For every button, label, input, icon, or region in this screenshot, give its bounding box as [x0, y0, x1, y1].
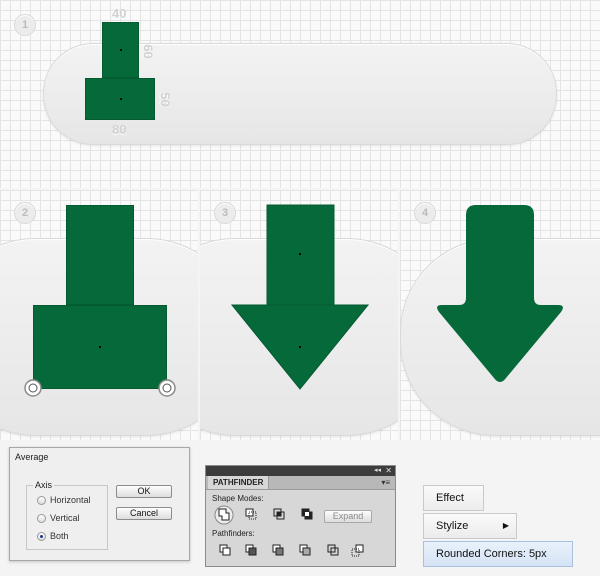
dimension-top-height: 60: [140, 44, 156, 59]
intersect-icon[interactable]: [273, 508, 285, 520]
arrow-shape-drawing: [230, 204, 370, 390]
radio-horizontal[interactable]: Horizontal: [37, 495, 91, 505]
center-point: [299, 346, 301, 348]
trim-icon[interactable]: [245, 544, 257, 556]
radio-button-icon[interactable]: [37, 495, 46, 505]
radio-vertical[interactable]: Vertical: [37, 513, 80, 523]
center-point: [120, 98, 122, 100]
radio-label: Vertical: [50, 513, 80, 523]
ok-button[interactable]: OK: [116, 485, 172, 498]
merge-icon[interactable]: [272, 544, 284, 556]
radio-label: Horizontal: [50, 495, 91, 505]
dimension-bottom-width: 80: [112, 122, 127, 137]
expand-button[interactable]: Expand: [324, 510, 372, 523]
minus-front-icon[interactable]: [245, 508, 257, 520]
menu-item-label: Stylize: [436, 520, 469, 532]
menu-item-stylize[interactable]: Stylize ▶: [423, 513, 517, 539]
dialog-title: Average: [15, 452, 49, 462]
step-1-panel: 1 40 60 50 80: [0, 0, 600, 188]
exclude-icon[interactable]: [301, 508, 313, 520]
corner-widgets: [24, 379, 176, 397]
axis-group: Axis Horizontal Vertical Both: [26, 480, 108, 550]
center-point: [299, 253, 301, 255]
cancel-button[interactable]: Cancel: [116, 507, 172, 520]
corner-radius-widget-icon[interactable]: [158, 379, 176, 397]
step-badge-1: 1: [14, 14, 36, 36]
step-4-panel: 4: [400, 190, 600, 440]
menu-item-rounded-corners[interactable]: Rounded Corners: 5px: [423, 541, 573, 567]
rounded-arrow-shape[interactable]: [437, 205, 563, 382]
pathfinders-label: Pathfinders:: [212, 529, 255, 538]
step-2-panel: 2: [0, 190, 198, 440]
dimension-top-width: 40: [112, 6, 127, 21]
step-3-panel: 3: [200, 190, 398, 440]
center-point: [120, 49, 122, 51]
radio-both[interactable]: Both: [37, 531, 69, 541]
final-arrow-drawing: [437, 205, 563, 382]
average-dialog: Average Axis Horizontal Vertical Both OK…: [9, 447, 190, 561]
minus-back-icon[interactable]: [351, 544, 364, 557]
radio-button-selected-icon[interactable]: [37, 531, 46, 541]
menu-item-effect[interactable]: Effect: [423, 485, 484, 511]
radio-button-icon[interactable]: [37, 513, 46, 523]
dimension-bottom-height: 50: [157, 92, 173, 107]
outline-icon[interactable]: [327, 544, 339, 556]
radio-label: Both: [50, 531, 69, 541]
submenu-arrow-icon: ▶: [502, 521, 509, 530]
crop-icon[interactable]: [299, 544, 311, 556]
divide-icon[interactable]: [219, 544, 231, 556]
corner-radius-widget-icon[interactable]: [24, 379, 42, 397]
axis-label: Axis: [33, 480, 55, 490]
pathfinder-panel: ◂◂ ✕ PATHFINDER ▾≡ Shape Modes: Expand P…: [205, 465, 396, 567]
